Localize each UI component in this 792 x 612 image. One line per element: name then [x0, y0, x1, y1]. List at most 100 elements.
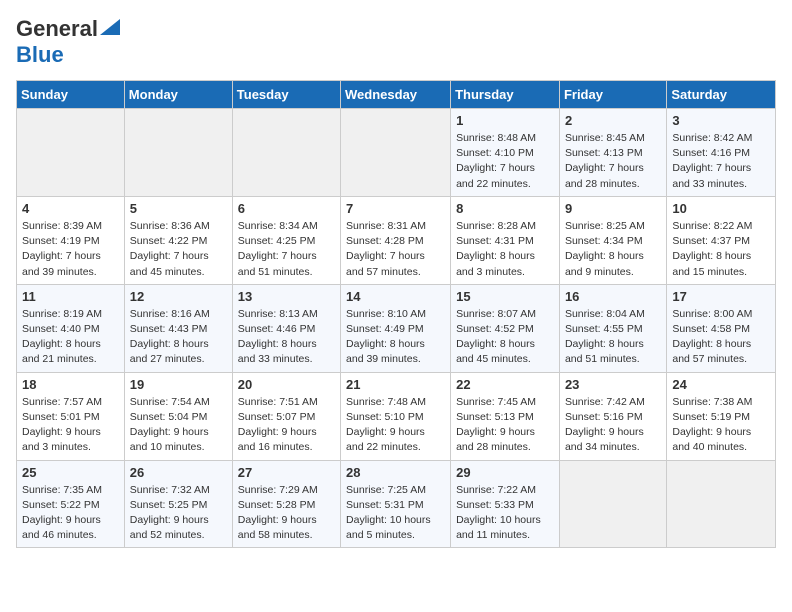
day-info: Sunrise: 8:00 AM Sunset: 4:58 PM Dayligh…: [672, 307, 770, 368]
calendar-cell: 10 Sunrise: 8:22 AM Sunset: 4:37 PM Dayli…: [667, 196, 776, 284]
calendar-cell: 29 Sunrise: 7:22 AM Sunset: 5:33 PM Dayli…: [451, 460, 560, 548]
day-info: Sunrise: 8:19 AM Sunset: 4:40 PM Dayligh…: [22, 307, 119, 368]
calendar-header-row: SundayMondayTuesdayWednesdayThursdayFrid…: [17, 81, 776, 109]
day-info: Sunrise: 7:32 AM Sunset: 5:25 PM Dayligh…: [130, 483, 227, 544]
day-info: Sunrise: 7:57 AM Sunset: 5:01 PM Dayligh…: [22, 395, 119, 456]
day-info: Sunrise: 7:22 AM Sunset: 5:33 PM Dayligh…: [456, 483, 554, 544]
calendar-cell: 13 Sunrise: 8:13 AM Sunset: 4:46 PM Dayli…: [232, 284, 340, 372]
day-number: 8: [456, 201, 554, 216]
calendar-cell: 20Sunrise: 7:51 AM Sunset: 5:07 PM Dayli…: [232, 372, 340, 460]
day-number: 9: [565, 201, 661, 216]
day-number: 14: [346, 289, 445, 304]
day-number: 7: [346, 201, 445, 216]
day-info: Sunrise: 8:39 AM Sunset: 4:19 PM Dayligh…: [22, 219, 119, 280]
calendar-cell: 7 Sunrise: 8:31 AM Sunset: 4:28 PM Daylig…: [341, 196, 451, 284]
calendar-cell: 12Sunrise: 8:16 AM Sunset: 4:43 PM Dayli…: [124, 284, 232, 372]
calendar-week-4: 18 Sunrise: 7:57 AM Sunset: 5:01 PM Dayli…: [17, 372, 776, 460]
calendar-cell: 8 Sunrise: 8:28 AM Sunset: 4:31 PM Daylig…: [451, 196, 560, 284]
calendar-cell: [559, 460, 666, 548]
day-number: 25: [22, 465, 119, 480]
day-number: 21: [346, 377, 445, 392]
calendar-cell: 27 Sunrise: 7:29 AM Sunset: 5:28 PM Dayli…: [232, 460, 340, 548]
day-number: 22: [456, 377, 554, 392]
day-info: Sunrise: 8:13 AM Sunset: 4:46 PM Dayligh…: [238, 307, 335, 368]
header-day-thursday: Thursday: [451, 81, 560, 109]
day-info: Sunrise: 8:25 AM Sunset: 4:34 PM Dayligh…: [565, 219, 661, 280]
day-number: 13: [238, 289, 335, 304]
calendar-cell: 21 Sunrise: 7:48 AM Sunset: 5:10 PM Dayli…: [341, 372, 451, 460]
day-number: 15: [456, 289, 554, 304]
calendar-cell: 2 Sunrise: 8:45 AM Sunset: 4:13 PM Daylig…: [559, 109, 666, 197]
day-info: Sunrise: 7:54 AM Sunset: 5:04 PM Dayligh…: [130, 395, 227, 456]
calendar-cell: 9 Sunrise: 8:25 AM Sunset: 4:34 PM Daylig…: [559, 196, 666, 284]
calendar-cell: 19 Sunrise: 7:54 AM Sunset: 5:04 PM Dayli…: [124, 372, 232, 460]
day-number: 17: [672, 289, 770, 304]
day-info: Sunrise: 7:38 AM Sunset: 5:19 PM Dayligh…: [672, 395, 770, 456]
header-day-sunday: Sunday: [17, 81, 125, 109]
day-number: 4: [22, 201, 119, 216]
day-info: Sunrise: 8:31 AM Sunset: 4:28 PM Dayligh…: [346, 219, 445, 280]
day-number: 26: [130, 465, 227, 480]
logo-general-text: General: [16, 16, 98, 42]
day-info: Sunrise: 8:42 AM Sunset: 4:16 PM Dayligh…: [672, 131, 770, 192]
day-info: Sunrise: 7:42 AM Sunset: 5:16 PM Dayligh…: [565, 395, 661, 456]
day-info: Sunrise: 8:48 AM Sunset: 4:10 PM Dayligh…: [456, 131, 554, 192]
logo-icon: [100, 19, 120, 35]
day-number: 20: [238, 377, 335, 392]
logo: General Blue: [16, 16, 120, 68]
calendar-week-1: 1 Sunrise: 8:48 AM Sunset: 4:10 PM Daylig…: [17, 109, 776, 197]
day-info: Sunrise: 8:16 AM Sunset: 4:43 PM Dayligh…: [130, 307, 227, 368]
day-info: Sunrise: 7:25 AM Sunset: 5:31 PM Dayligh…: [346, 483, 445, 544]
calendar-week-5: 25 Sunrise: 7:35 AM Sunset: 5:22 PM Dayli…: [17, 460, 776, 548]
day-info: Sunrise: 8:22 AM Sunset: 4:37 PM Dayligh…: [672, 219, 770, 280]
calendar-cell: 25 Sunrise: 7:35 AM Sunset: 5:22 PM Dayli…: [17, 460, 125, 548]
day-info: Sunrise: 8:36 AM Sunset: 4:22 PM Dayligh…: [130, 219, 227, 280]
calendar-cell: 26 Sunrise: 7:32 AM Sunset: 5:25 PM Dayli…: [124, 460, 232, 548]
day-info: Sunrise: 7:29 AM Sunset: 5:28 PM Dayligh…: [238, 483, 335, 544]
day-info: Sunrise: 8:07 AM Sunset: 4:52 PM Dayligh…: [456, 307, 554, 368]
calendar-cell: 3Sunrise: 8:42 AM Sunset: 4:16 PM Daylig…: [667, 109, 776, 197]
calendar-table: SundayMondayTuesdayWednesdayThursdayFrid…: [16, 80, 776, 548]
calendar-cell: 11Sunrise: 8:19 AM Sunset: 4:40 PM Dayli…: [17, 284, 125, 372]
day-number: 27: [238, 465, 335, 480]
day-number: 6: [238, 201, 335, 216]
day-number: 10: [672, 201, 770, 216]
calendar-cell: 1 Sunrise: 8:48 AM Sunset: 4:10 PM Daylig…: [451, 109, 560, 197]
header-day-friday: Friday: [559, 81, 666, 109]
header-day-tuesday: Tuesday: [232, 81, 340, 109]
calendar-cell: 28 Sunrise: 7:25 AM Sunset: 5:31 PM Dayli…: [341, 460, 451, 548]
day-info: Sunrise: 7:35 AM Sunset: 5:22 PM Dayligh…: [22, 483, 119, 544]
day-number: 18: [22, 377, 119, 392]
day-info: Sunrise: 8:28 AM Sunset: 4:31 PM Dayligh…: [456, 219, 554, 280]
logo-blue-text: Blue: [16, 42, 64, 67]
day-number: 28: [346, 465, 445, 480]
calendar-cell: 14Sunrise: 8:10 AM Sunset: 4:49 PM Dayli…: [341, 284, 451, 372]
calendar-cell: 5 Sunrise: 8:36 AM Sunset: 4:22 PM Daylig…: [124, 196, 232, 284]
calendar-cell: 6 Sunrise: 8:34 AM Sunset: 4:25 PM Daylig…: [232, 196, 340, 284]
day-info: Sunrise: 7:48 AM Sunset: 5:10 PM Dayligh…: [346, 395, 445, 456]
day-number: 16: [565, 289, 661, 304]
calendar-cell: 16 Sunrise: 8:04 AM Sunset: 4:55 PM Dayli…: [559, 284, 666, 372]
day-info: Sunrise: 8:04 AM Sunset: 4:55 PM Dayligh…: [565, 307, 661, 368]
calendar-week-2: 4 Sunrise: 8:39 AM Sunset: 4:19 PM Daylig…: [17, 196, 776, 284]
calendar-cell: [232, 109, 340, 197]
header-day-wednesday: Wednesday: [341, 81, 451, 109]
calendar-cell: 22 Sunrise: 7:45 AM Sunset: 5:13 PM Dayli…: [451, 372, 560, 460]
day-info: Sunrise: 8:34 AM Sunset: 4:25 PM Dayligh…: [238, 219, 335, 280]
day-number: 29: [456, 465, 554, 480]
calendar-week-3: 11Sunrise: 8:19 AM Sunset: 4:40 PM Dayli…: [17, 284, 776, 372]
day-number: 24: [672, 377, 770, 392]
page-header: General Blue: [16, 16, 776, 68]
calendar-cell: 24 Sunrise: 7:38 AM Sunset: 5:19 PM Dayli…: [667, 372, 776, 460]
day-info: Sunrise: 8:45 AM Sunset: 4:13 PM Dayligh…: [565, 131, 661, 192]
day-number: 5: [130, 201, 227, 216]
calendar-cell: [17, 109, 125, 197]
day-info: Sunrise: 7:45 AM Sunset: 5:13 PM Dayligh…: [456, 395, 554, 456]
calendar-cell: 4 Sunrise: 8:39 AM Sunset: 4:19 PM Daylig…: [17, 196, 125, 284]
day-number: 2: [565, 113, 661, 128]
day-number: 19: [130, 377, 227, 392]
calendar-cell: 18 Sunrise: 7:57 AM Sunset: 5:01 PM Dayli…: [17, 372, 125, 460]
calendar-cell: [124, 109, 232, 197]
day-number: 1: [456, 113, 554, 128]
header-day-monday: Monday: [124, 81, 232, 109]
